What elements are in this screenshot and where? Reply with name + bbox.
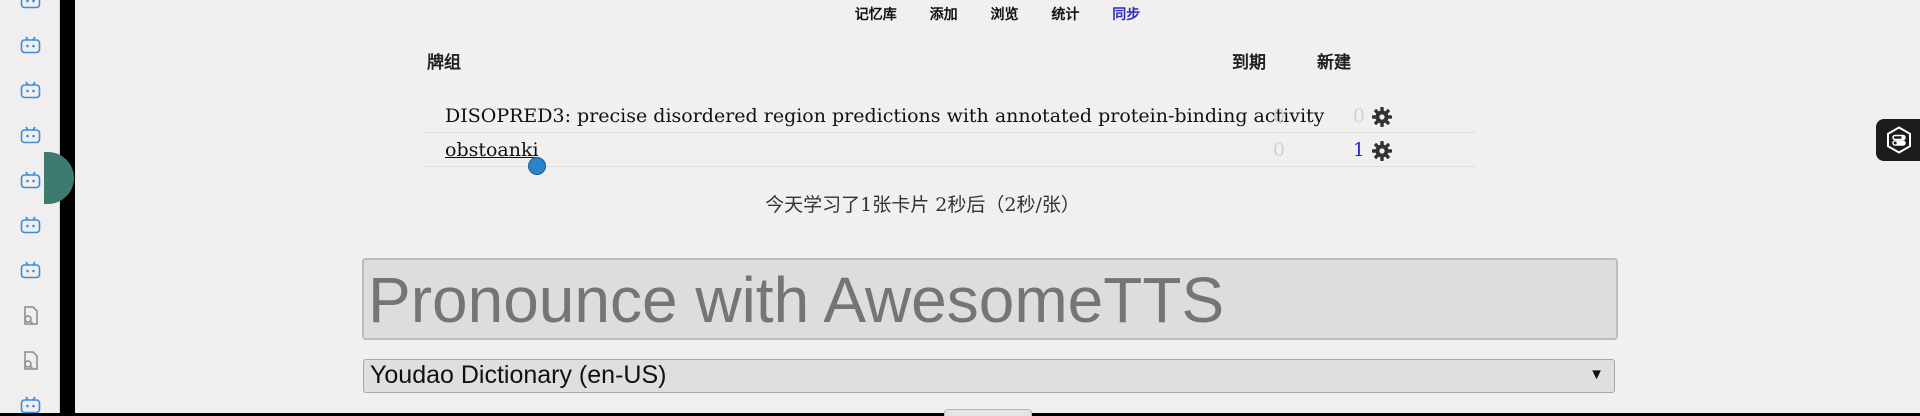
nav-decks[interactable]: 记忆库	[855, 4, 897, 24]
bilibili-icon[interactable]	[20, 261, 41, 279]
nav-sync[interactable]: 同步	[1112, 4, 1140, 24]
nav-add[interactable]: 添加	[930, 4, 958, 24]
mouse-cursor	[528, 157, 546, 175]
nav-browse[interactable]: 浏览	[991, 4, 1019, 24]
tts-text-input[interactable]	[362, 258, 1618, 340]
deck-due-count: 0	[1272, 139, 1285, 161]
bilibili-icon[interactable]	[20, 396, 41, 414]
bilibili-icon[interactable]	[20, 36, 41, 54]
bilibili-icon[interactable]	[20, 0, 41, 9]
header-new: 新建	[1317, 53, 1351, 73]
gear-icon[interactable]	[1371, 140, 1393, 162]
bilibili-icon[interactable]	[20, 171, 41, 189]
bilibili-icon[interactable]	[20, 126, 41, 144]
deck-row: obstoanki 0 1	[425, 134, 1475, 167]
tts-voice-select[interactable]: Youdao Dictionary (en-US) ▼	[363, 359, 1615, 393]
deck-table-header: 牌组 到期 新建	[427, 48, 1437, 73]
study-stats: 今天学习了1张卡片 2秒后（2秒/张）	[765, 194, 1080, 216]
bilibili-icon[interactable]	[20, 81, 41, 99]
top-toolbar: 记忆库 添加 浏览 统计 同步	[75, 4, 1920, 24]
deck-name-link[interactable]: DISOPRED3: precise disordered region pre…	[445, 105, 1324, 127]
nav-stats[interactable]: 统计	[1051, 4, 1079, 24]
header-due: 到期	[1232, 53, 1266, 73]
selected-voice: Youdao Dictionary (en-US)	[370, 361, 667, 389]
file-search-icon[interactable]	[20, 351, 41, 370]
file-search-icon[interactable]	[20, 306, 41, 325]
deck-row: DISOPRED3: precise disordered region pre…	[425, 100, 1475, 133]
deck-new-count: 0	[1352, 105, 1365, 127]
bilibili-icon[interactable]	[20, 216, 41, 234]
deck-new-count: 1	[1352, 139, 1365, 161]
deck-due-count: 0	[1272, 105, 1285, 127]
deck-name-link[interactable]: obstoanki	[445, 139, 539, 161]
gear-icon[interactable]	[1371, 106, 1393, 128]
header-deck: 牌组	[427, 53, 461, 73]
dropdown-arrow-icon: ▼	[1589, 366, 1604, 383]
floating-tool-button[interactable]	[1876, 119, 1920, 161]
